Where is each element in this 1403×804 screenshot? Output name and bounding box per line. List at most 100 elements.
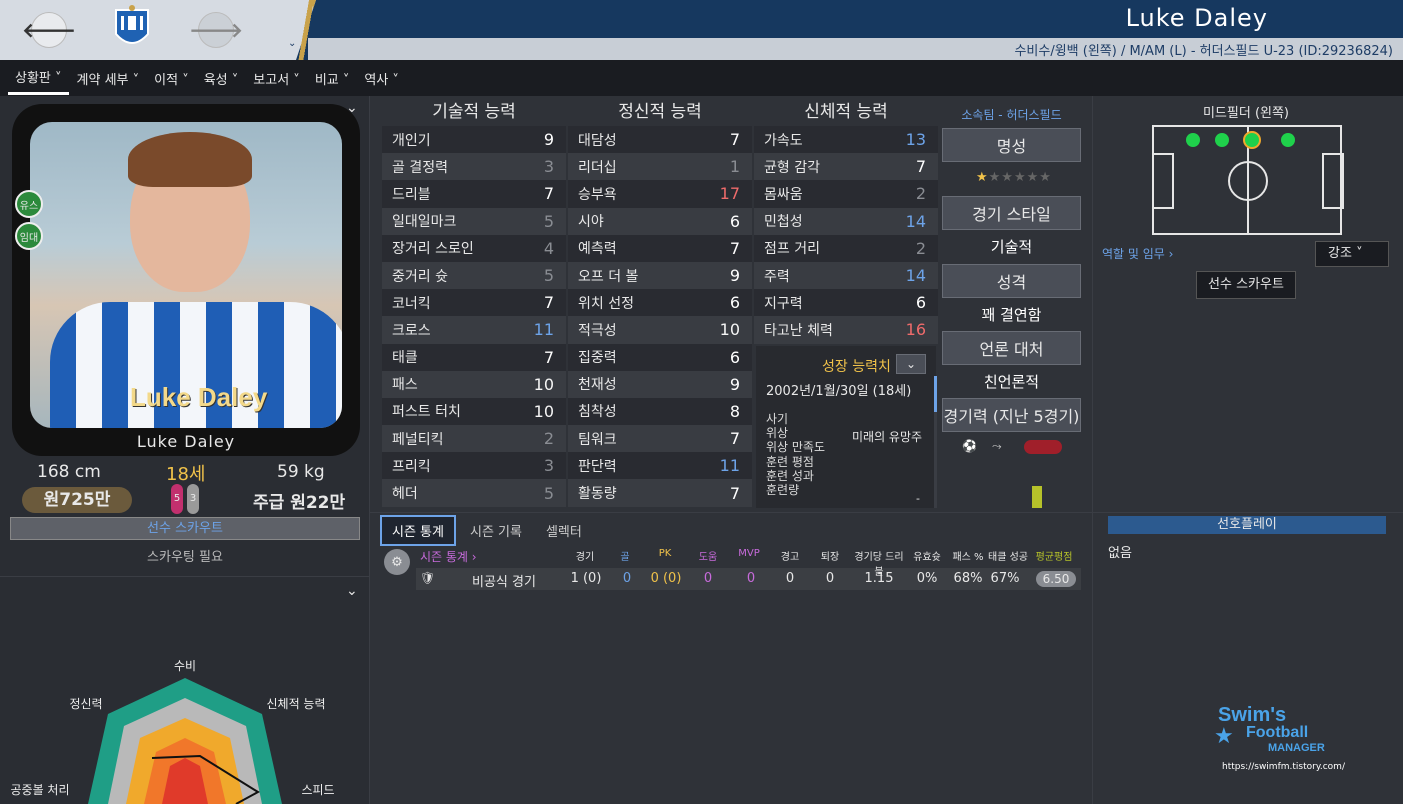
attribute-row[interactable]: 일대일마크 5: [382, 207, 566, 235]
col-header[interactable]: MVP: [732, 548, 766, 559]
stats-header: 시즌 통계 › 경기 골 PK 도움 MVP 경고 퇴장 경기당 드리블 유효슛…: [380, 548, 1080, 578]
attribute-row[interactable]: 천재성 9: [568, 370, 752, 398]
col-header[interactable]: 도움: [693, 548, 723, 563]
divider: [370, 512, 1403, 513]
growth-label: 위상: [766, 426, 789, 441]
form-button[interactable]: 경기력 (지난 5경기): [942, 398, 1081, 432]
attribute-row[interactable]: 지구력 6: [754, 289, 938, 317]
col-header[interactable]: 평균평점: [1032, 548, 1076, 563]
menu-item-history[interactable]: 역사 ˅: [357, 63, 406, 94]
attribute-row[interactable]: 위치 선정 6: [568, 289, 752, 317]
attribute-row[interactable]: 골 결정력 3: [382, 153, 566, 181]
attribute-row[interactable]: 드리블 7: [382, 180, 566, 208]
menu-label: 계약 세부: [76, 72, 129, 88]
tab-season-stats[interactable]: 시즌 통계: [380, 514, 456, 546]
attribute-value: 7: [729, 429, 740, 449]
youth-badge[interactable]: 유스: [15, 190, 43, 218]
attribute-row[interactable]: 패스 10: [382, 370, 566, 398]
attribute-row[interactable]: 승부욕 17: [568, 180, 752, 208]
club-crest-icon[interactable]: [112, 4, 152, 54]
stats-row[interactable]: 🛡 비공식 경기 1 (0) 0 0 (0) 0 0 0 0 1.15 0% 6…: [416, 568, 1081, 590]
attribute-row[interactable]: 페널티킥 2: [382, 425, 566, 453]
attribute-value: 3: [543, 456, 554, 476]
attribute-row[interactable]: 중거리 슛 5: [382, 261, 566, 290]
chevron-down-icon[interactable]: ⌄: [346, 583, 358, 599]
row-label: 비공식 경기: [472, 575, 536, 590]
col-header[interactable]: 경고: [775, 548, 805, 563]
emphasis-dropdown[interactable]: 강조 ˅: [1315, 241, 1389, 267]
attribute-row[interactable]: 오프 더 볼 9: [568, 261, 752, 290]
menu-item-transfer[interactable]: 이적 ˅: [147, 63, 196, 94]
loan-badge[interactable]: 임대: [15, 222, 43, 250]
attribute-row[interactable]: 팀워크 7: [568, 425, 752, 453]
menu-item-contract[interactable]: 계약 세부 ˅: [70, 63, 147, 94]
chevron-down-icon[interactable]: ⌄: [288, 38, 296, 49]
attribute-row[interactable]: 프리킥 3: [382, 452, 566, 480]
col-header[interactable]: 패스 %: [950, 548, 986, 563]
scout-button[interactable]: 선수 스카우트: [10, 517, 360, 540]
attribute-row[interactable]: 가속도 13: [754, 126, 938, 154]
scout-note: 스카우팅 필요: [147, 550, 223, 565]
menu-label: 보고서: [253, 72, 290, 88]
attribute-row[interactable]: 점프 거리 2: [754, 234, 938, 262]
media-button[interactable]: 언론 대처: [942, 331, 1081, 365]
attribute-row[interactable]: 활동량 7: [568, 479, 752, 507]
menu-item-overview[interactable]: 상황판 ˅: [8, 61, 69, 95]
col-header[interactable]: 태클 성공: [986, 548, 1030, 563]
col-header[interactable]: PK: [650, 548, 680, 559]
attribute-row[interactable]: 개인기 9: [382, 126, 566, 154]
growth-dropdown[interactable]: ⌄: [896, 354, 926, 374]
attribute-row[interactable]: 장거리 스로인 4: [382, 234, 566, 262]
attribute-row[interactable]: 몸싸움 2: [754, 180, 938, 208]
attribute-row[interactable]: 침착성 8: [568, 397, 752, 426]
attribute-row[interactable]: 리더십 1: [568, 153, 752, 181]
menu-item-development[interactable]: 육성 ˅: [197, 63, 246, 94]
col-header[interactable]: 퇴장: [815, 548, 845, 563]
attribute-name: 프리킥: [392, 458, 431, 475]
attribute-row[interactable]: 적극성 10: [568, 316, 752, 344]
col-header[interactable]: 골: [610, 548, 640, 563]
reputation-button[interactable]: 명성: [942, 128, 1081, 162]
workload-value: -: [916, 492, 920, 505]
col-header[interactable]: 경기: [570, 548, 600, 563]
menu-item-reports[interactable]: 보고서 ˅: [246, 63, 307, 94]
star-icon: ★: [1214, 724, 1234, 749]
attribute-row[interactable]: 민첩성 14: [754, 207, 938, 235]
attribute-value: 7: [543, 293, 554, 313]
stats-section-title[interactable]: 시즌 통계 ›: [420, 548, 477, 565]
attribute-row[interactable]: 퍼스트 터치 10: [382, 397, 566, 426]
dob-value: 2002년/1월/30일 (18세): [766, 384, 912, 399]
play-style-button[interactable]: 경기 스타일: [942, 196, 1081, 230]
attribute-row[interactable]: 균형 감각 7: [754, 153, 938, 181]
reputation-stars: ★★★★★★: [976, 170, 1052, 185]
chevron-down-icon: ⌄: [905, 357, 917, 371]
attribute-value: 3: [543, 157, 554, 177]
scrollbar[interactable]: [934, 376, 937, 508]
attribute-row[interactable]: 집중력 6: [568, 343, 752, 371]
attribute-row[interactable]: 태클 7: [382, 343, 566, 371]
attribute-row[interactable]: 헤더 5: [382, 479, 566, 507]
attribute-row[interactable]: 시야 6: [568, 207, 752, 235]
attribute-value: 9: [543, 130, 554, 150]
mental-rows: 대담성 7 리더십 1 승부욕 17 시야 6 예측력 7 오프 더 볼 9 위치 선정 6 적극성 10 집중…: [568, 126, 752, 507]
stat-value: 0 (0): [650, 571, 682, 586]
attribute-row[interactable]: 크로스 11: [382, 316, 566, 344]
tab-season-record[interactable]: 시즌 기록: [460, 517, 532, 544]
attribute-row[interactable]: 타고난 체력 16: [754, 316, 938, 344]
radar-label-physical: 신체적 능력: [266, 697, 325, 711]
roles-link[interactable]: 역할 및 임무 ›: [1102, 245, 1173, 262]
attribute-row[interactable]: 주력 14: [754, 261, 938, 290]
back-button[interactable]: 🡐: [22, 12, 76, 48]
attribute-name: 민첩성: [764, 214, 803, 231]
tab-selector[interactable]: 셀렉터: [536, 517, 592, 544]
attribute-row[interactable]: 예측력 7: [568, 234, 752, 262]
col-header[interactable]: 유효슛: [910, 548, 944, 563]
personality-button[interactable]: 성격: [942, 264, 1081, 298]
attribute-row[interactable]: 판단력 11: [568, 452, 752, 480]
scout-player-button[interactable]: 선수 스카우트: [1196, 271, 1296, 299]
forward-button[interactable]: 🡒: [189, 12, 243, 48]
menu-item-compare[interactable]: 비교 ˅: [308, 63, 357, 94]
attribute-row[interactable]: 코너킥 7: [382, 289, 566, 317]
shield-icon: 🛡: [420, 571, 436, 585]
attribute-row[interactable]: 대담성 7: [568, 126, 752, 154]
